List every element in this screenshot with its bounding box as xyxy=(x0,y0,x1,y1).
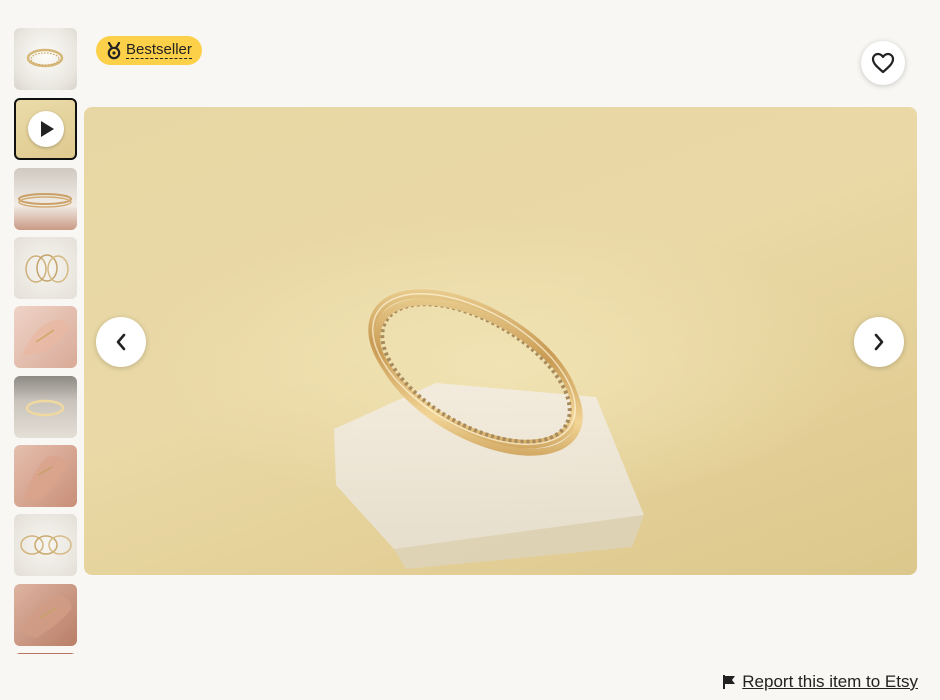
ring-image xyxy=(26,48,64,68)
hand-image xyxy=(24,456,68,501)
report-item-link[interactable]: Report this item to Etsy xyxy=(722,672,918,692)
thumbnail-hand-shoulder[interactable] xyxy=(14,445,77,507)
hand-image xyxy=(20,596,72,638)
thumbnail-partial[interactable] xyxy=(14,653,77,654)
thumbnail-ring-side[interactable] xyxy=(14,168,77,230)
ring-image xyxy=(18,193,72,208)
bestseller-label: Bestseller xyxy=(126,41,192,59)
favorite-button[interactable] xyxy=(861,41,905,85)
chevron-right-icon xyxy=(874,333,884,351)
main-image-viewer[interactable] xyxy=(84,107,917,575)
previous-image-button[interactable] xyxy=(96,317,146,367)
ring-image xyxy=(25,254,69,283)
next-image-button[interactable] xyxy=(854,317,904,367)
bestseller-badge[interactable]: Bestseller xyxy=(96,36,202,65)
thumbnail-hand-rings[interactable] xyxy=(14,306,77,368)
gold-ring-image xyxy=(334,289,644,569)
thumbnail-video[interactable] xyxy=(14,98,77,160)
play-icon xyxy=(40,121,54,137)
ring-image xyxy=(25,399,65,417)
ring-image xyxy=(20,535,72,555)
medal-icon xyxy=(107,41,121,59)
thumbnail-strip xyxy=(14,28,78,654)
play-button[interactable] xyxy=(27,111,64,147)
heart-outline-icon xyxy=(871,52,895,74)
chevron-left-icon xyxy=(116,333,126,351)
thumbnail-rings-stack[interactable] xyxy=(14,237,77,299)
thumbnail-ring-top[interactable] xyxy=(14,28,77,90)
hand-image xyxy=(22,319,69,356)
report-item-label: Report this item to Etsy xyxy=(742,672,918,691)
thumbnail-three-rings[interactable] xyxy=(14,514,77,576)
thumbnail-hand-arm[interactable] xyxy=(14,584,77,646)
thumbnail-ring-closeup[interactable] xyxy=(14,376,77,438)
flag-icon xyxy=(723,675,736,689)
